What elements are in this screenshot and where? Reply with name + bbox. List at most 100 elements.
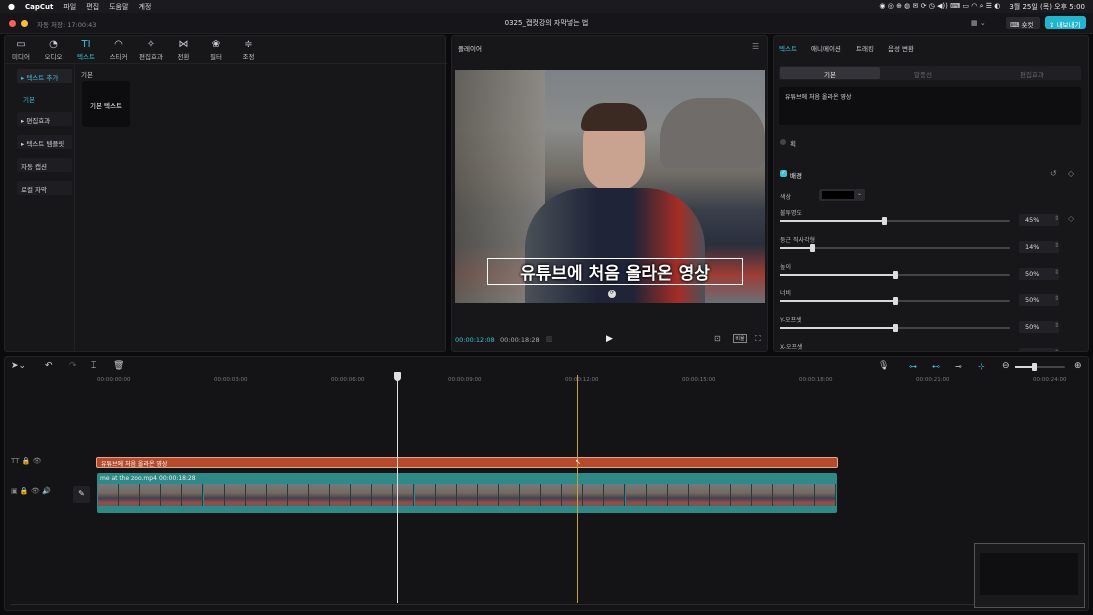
- zoom-out-icon[interactable]: ⊖: [1002, 361, 1010, 371]
- sidebar-item-local-caption[interactable]: 로컬 자막: [17, 181, 72, 195]
- stepper-icon[interactable]: ⇕: [1054, 322, 1059, 329]
- sidebar-item-basic[interactable]: 기본: [23, 94, 35, 104]
- stepper-icon[interactable]: ⇕: [1054, 242, 1059, 249]
- tool-media[interactable]: ▭ 미디어: [6, 39, 36, 61]
- lock-icon[interactable]: 🔒: [22, 457, 31, 465]
- zoom-slider[interactable]: [1015, 363, 1065, 371]
- player-menu-icon[interactable]: ☰: [752, 42, 759, 51]
- reset-icon[interactable]: ↺: [1050, 169, 1057, 178]
- tab-text[interactable]: 텍스트: [779, 43, 797, 53]
- param-value-input[interactable]: 50%: [1019, 321, 1059, 334]
- menu-account[interactable]: 계정: [138, 2, 151, 12]
- param-value-input[interactable]: 14%: [1019, 240, 1059, 253]
- slider-knob[interactable]: [881, 217, 887, 225]
- undo-icon[interactable]: ↶: [45, 361, 53, 371]
- sidebar-item-effects[interactable]: ▸ 편집효과: [17, 112, 72, 126]
- play-button[interactable]: ▶: [606, 334, 613, 344]
- param-label: 둥근 직사각형: [780, 236, 816, 244]
- stepper-icon[interactable]: ⇕: [1054, 269, 1059, 276]
- stepper-icon[interactable]: ⇕: [1054, 295, 1059, 302]
- slider-knob[interactable]: [810, 243, 816, 252]
- microphone-icon[interactable]: 🎙: [878, 361, 889, 371]
- apple-icon[interactable]: ●: [8, 2, 15, 11]
- chain-icon[interactable]: ⊸: [955, 362, 962, 371]
- audio-icon[interactable]: 🔊: [42, 487, 51, 495]
- ratio-button[interactable]: 비율: [733, 334, 747, 343]
- text-input[interactable]: 유튜브에 처음 올라온 영상: [779, 87, 1081, 125]
- time-tick: 00:00:21:00: [916, 377, 950, 383]
- sidebar-item-templates[interactable]: ▸ 텍스트 템플릿: [17, 135, 72, 149]
- rotate-handle-icon[interactable]: ⟳: [608, 290, 616, 298]
- param-slider[interactable]: [780, 270, 1010, 279]
- preview-axis-icon[interactable]: ⊹: [978, 362, 985, 371]
- background-checkbox[interactable]: ✓: [780, 170, 787, 177]
- export-button[interactable]: ⇪ 내보내기: [1045, 16, 1086, 29]
- stepper-icon[interactable]: ⇕: [1054, 215, 1059, 222]
- stepper-icon[interactable]: ⇕: [1054, 349, 1059, 351]
- playhead[interactable]: [397, 373, 398, 603]
- select-tool-icon[interactable]: ➤⌄: [11, 361, 26, 371]
- param-value-input[interactable]: 50%: [1019, 267, 1059, 280]
- stroke-checkbox[interactable]: [780, 139, 786, 145]
- slider-knob[interactable]: [893, 297, 898, 306]
- color-picker[interactable]: ⌄: [819, 189, 865, 201]
- slider-knob[interactable]: [893, 270, 898, 279]
- param-slider[interactable]: [780, 217, 1010, 225]
- magnet-icon[interactable]: ⊷: [932, 362, 940, 371]
- tool-audio[interactable]: ◔ 오디오: [39, 39, 69, 61]
- eye-icon[interactable]: 👁: [33, 457, 42, 465]
- menu-help[interactable]: 도움말: [109, 2, 128, 12]
- delete-icon[interactable]: 🗑: [113, 361, 124, 371]
- layout-icon[interactable]: ▦ ⌄: [971, 19, 986, 27]
- link-icon[interactable]: ⊶: [909, 362, 917, 371]
- tab-animation[interactable]: 애니메이션: [811, 43, 841, 53]
- param-value-input[interactable]: 50%: [1019, 294, 1059, 307]
- tool-sticker[interactable]: ◠ 스티커: [104, 39, 134, 61]
- slider-fill: [780, 273, 895, 276]
- screenshot-icon[interactable]: ⊡: [714, 334, 721, 343]
- fullscreen-icon[interactable]: ⛶: [755, 334, 761, 344]
- shortcut-button[interactable]: ⌨ 숏컷: [1006, 17, 1040, 29]
- param-slider[interactable]: [780, 297, 1010, 306]
- menu-file[interactable]: 파일: [63, 2, 76, 12]
- video-thumbnail: [182, 484, 204, 506]
- subtab-basic[interactable]: 기본: [780, 67, 880, 79]
- app-name[interactable]: CapCut: [25, 3, 53, 11]
- redo-icon[interactable]: ↷: [69, 361, 77, 371]
- basic-text-card[interactable]: 기본 텍스트: [82, 81, 130, 127]
- keyframe-icon[interactable]: ◇: [1068, 169, 1074, 178]
- playhead-handle[interactable]: [394, 372, 401, 381]
- param-value-input[interactable]: [1019, 348, 1059, 351]
- subtab-bubble[interactable]: 말풍선: [914, 69, 932, 79]
- tab-voice[interactable]: 음성 변환: [888, 43, 914, 53]
- menu-edit[interactable]: 편집: [86, 2, 99, 12]
- tool-transition[interactable]: ⋈ 전환: [169, 39, 199, 61]
- sidebar-item-auto-caption[interactable]: 자동 캡션: [17, 158, 72, 172]
- tool-filter[interactable]: ❀ 필터: [201, 39, 231, 61]
- video-eye-icon[interactable]: 👁: [31, 487, 40, 495]
- timecode-icon[interactable]: ▥: [546, 335, 553, 343]
- video-thumbnail: [688, 484, 710, 506]
- time-tick: 00:00:18:00: [799, 377, 833, 383]
- text-clip[interactable]: 유튜브에 처음 올라온 영상: [96, 457, 838, 468]
- video-lock-icon[interactable]: 🔒: [20, 487, 29, 495]
- zoom-in-icon[interactable]: ⊕: [1074, 361, 1082, 371]
- tool-effects[interactable]: ✧ 편집효과: [136, 39, 166, 61]
- tool-text[interactable]: TI 텍스트: [71, 39, 101, 61]
- param-value-input[interactable]: 45%: [1019, 214, 1059, 226]
- video-thumbnail: [309, 484, 330, 506]
- param-slider[interactable]: [780, 243, 1010, 252]
- tool-adjust[interactable]: ≑ 조정: [234, 39, 264, 61]
- slider-fill: [780, 327, 895, 330]
- cover-edit-icon[interactable]: ✎: [73, 486, 90, 503]
- split-icon[interactable]: ⌶: [91, 361, 96, 371]
- opacity-keyframe-icon[interactable]: ◇: [1068, 214, 1074, 223]
- subtitle-overlay[interactable]: 유튜브에 처음 올라온 영상: [487, 258, 743, 285]
- timeline-scrollbar[interactable]: [10, 604, 1085, 605]
- subtab-effects[interactable]: 편집효과: [1020, 69, 1044, 79]
- tab-tracking[interactable]: 트래킹: [856, 43, 874, 53]
- sidebar-item-add-text[interactable]: ▸ 텍스트 추가: [17, 69, 72, 83]
- slider-knob[interactable]: [893, 351, 898, 352]
- slider-knob[interactable]: [893, 324, 898, 333]
- param-slider[interactable]: [780, 324, 1010, 333]
